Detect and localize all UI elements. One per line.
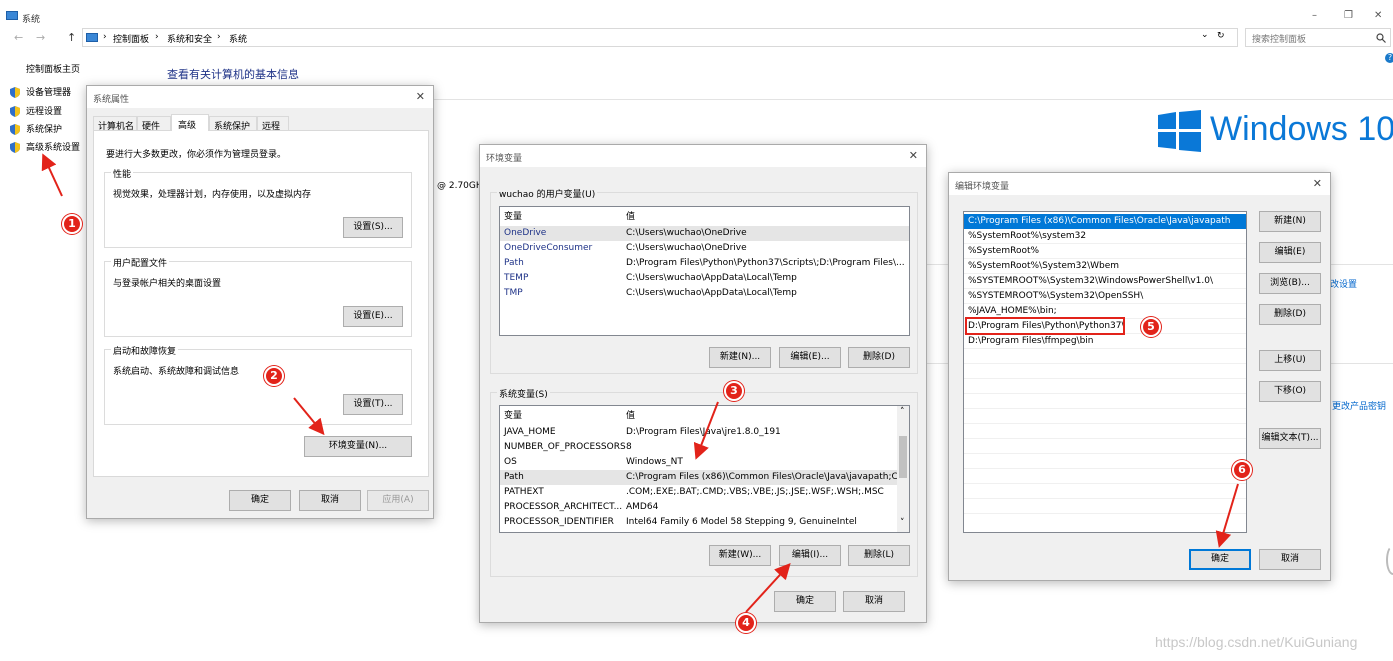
arrow-2 — [293, 397, 325, 436]
arrow-1 — [41, 153, 63, 197]
step-marker-5: 5 — [1141, 317, 1161, 337]
step-marker-4: 4 — [736, 613, 756, 633]
arrow-4 — [745, 563, 791, 613]
step-marker-3: 3 — [724, 381, 744, 401]
annotation-arrows — [41, 153, 1239, 613]
step-marker-6: 6 — [1232, 460, 1252, 480]
arrow-3 — [693, 401, 719, 460]
arrow-6 — [1215, 483, 1239, 548]
step-marker-2: 2 — [264, 366, 284, 386]
step-marker-1: 1 — [62, 214, 82, 234]
watermark: https://blog.csdn.net/KuiGuniang — [1155, 634, 1358, 650]
